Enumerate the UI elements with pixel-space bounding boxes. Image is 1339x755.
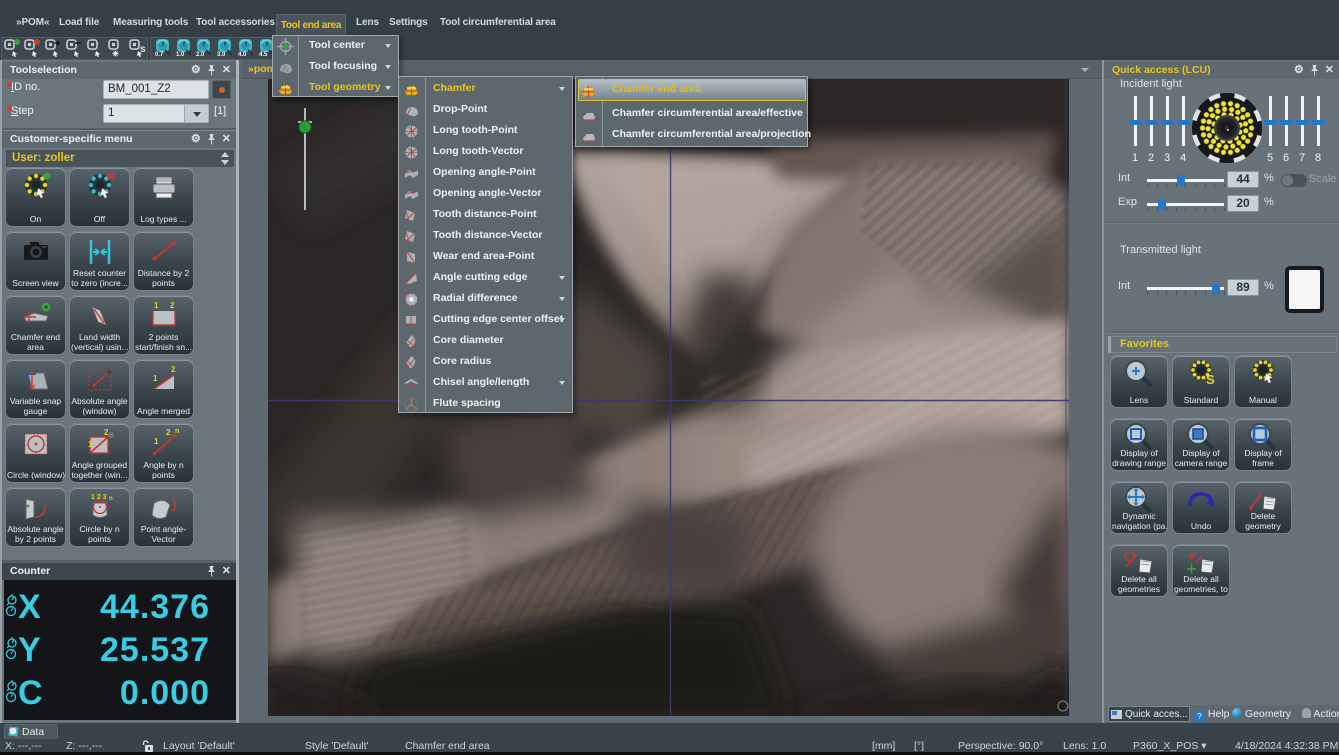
svg-text:1: 1 [153, 374, 158, 383]
svg-text:2: 2 [171, 365, 176, 374]
svg-text:n: n [175, 428, 179, 435]
svg-text:2: 2 [166, 428, 171, 437]
svg-text:1 2 3: 1 2 3 [91, 494, 107, 501]
svg-text:1: 1 [88, 440, 93, 449]
svg-text:1.0: 1.0 [176, 52, 185, 57]
svg-text:3.0: 3.0 [217, 52, 226, 57]
svg-text:0.7: 0.7 [155, 52, 164, 57]
svg-text:2: 2 [170, 301, 175, 310]
svg-text:1: 1 [154, 437, 159, 446]
svg-text:1: 1 [154, 301, 159, 310]
svg-text:2.0: 2.0 [196, 52, 205, 57]
svg-text:4.5: 4.5 [259, 52, 268, 57]
svg-text:4.0: 4.0 [238, 52, 247, 57]
svg-text:S: S [1206, 372, 1215, 387]
svg-text:n: n [109, 496, 113, 502]
svg-text:2: 2 [104, 428, 109, 437]
